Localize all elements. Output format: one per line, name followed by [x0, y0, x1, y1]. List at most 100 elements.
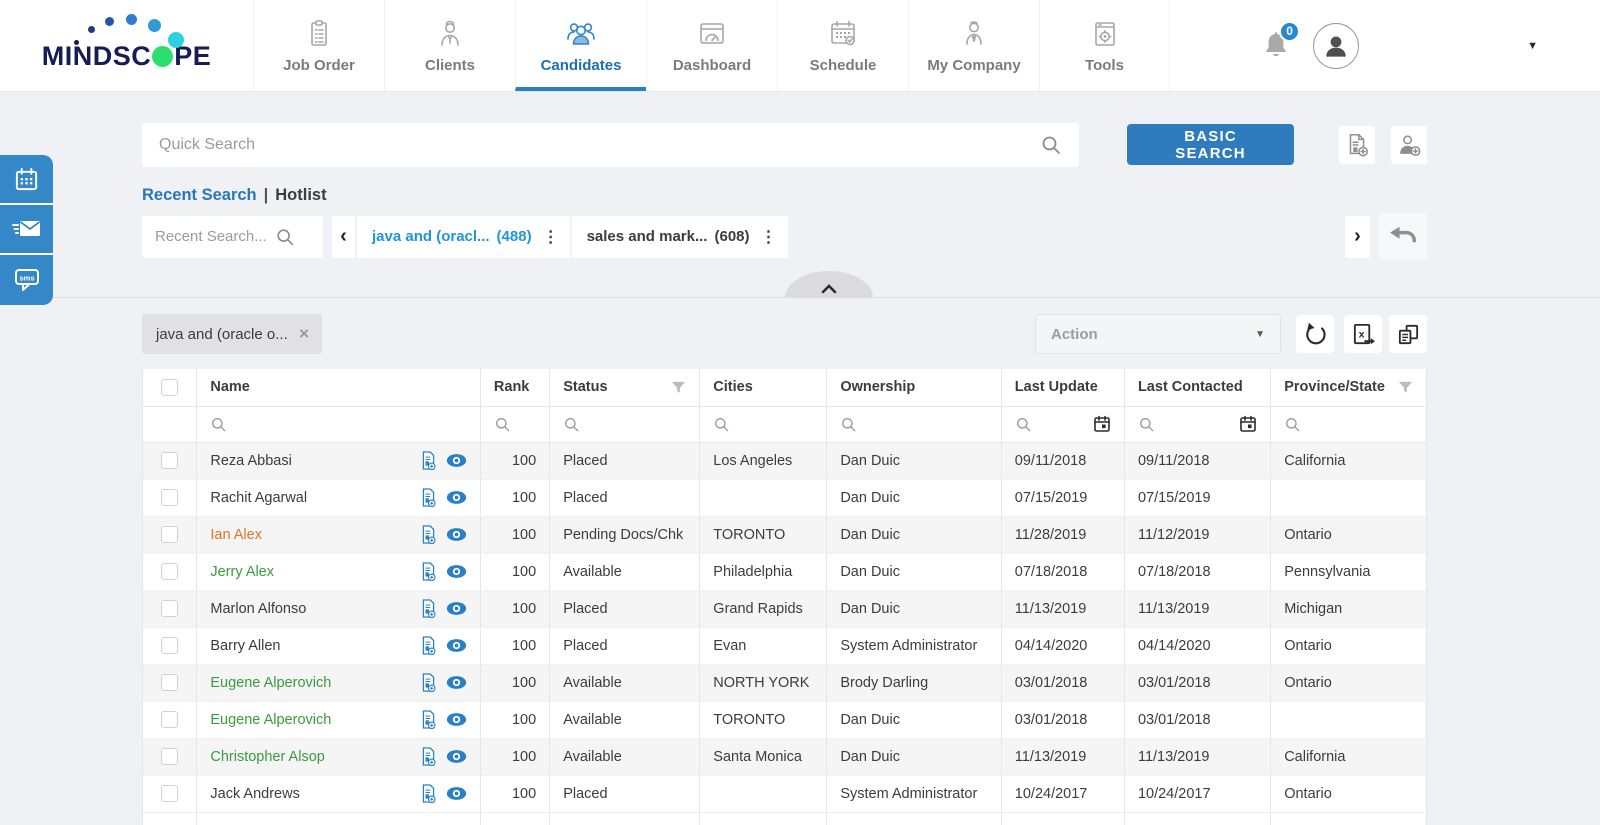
columns-button[interactable] — [1389, 315, 1427, 353]
filter-funnel-icon[interactable] — [671, 381, 686, 394]
view-candidate-icon[interactable] — [446, 564, 467, 579]
row-checkbox[interactable] — [161, 452, 178, 469]
candidate-name[interactable]: Jerry Alex — [210, 564, 274, 580]
view-candidate-icon[interactable] — [446, 453, 467, 468]
export-excel-button[interactable]: x — [1344, 315, 1382, 353]
resume-icon[interactable] — [420, 524, 437, 545]
table-row[interactable]: Christopher Alsop — [143, 738, 1426, 775]
chips-scroll-left-button[interactable]: ‹ — [332, 216, 355, 258]
sidebar-email-button[interactable] — [0, 205, 53, 255]
nav-my-company[interactable]: My Company — [908, 0, 1039, 91]
active-filter-chip[interactable]: java and (oracle o... × — [142, 314, 322, 354]
resume-icon[interactable] — [420, 561, 437, 582]
view-candidate-icon[interactable] — [446, 490, 467, 505]
recent-search-chip[interactable]: sales and mark... (608) ⋮ — [572, 216, 788, 258]
select-all-checkbox[interactable] — [161, 379, 178, 396]
table-row[interactable]: Barry Allen — [143, 627, 1426, 664]
row-checkbox[interactable] — [161, 563, 178, 580]
filter-last-contacted[interactable] — [1124, 406, 1270, 442]
filter-cities[interactable] — [700, 406, 827, 442]
filter-ownership[interactable] — [827, 406, 1001, 442]
date-picker-icon[interactable] — [1093, 415, 1111, 433]
notifications-button[interactable]: 0 — [1261, 30, 1291, 62]
column-header-status[interactable]: Status — [550, 369, 700, 406]
resume-icon[interactable] — [420, 598, 437, 619]
resume-icon[interactable] — [420, 635, 437, 656]
column-header-province[interactable]: Province/State — [1271, 369, 1426, 406]
table-row[interactable]: Eugene Alperovich — [143, 701, 1426, 738]
candidate-name[interactable]: Ian Alex — [210, 527, 262, 543]
quick-search-input[interactable] — [159, 136, 1040, 154]
view-candidate-icon[interactable] — [446, 712, 467, 727]
row-checkbox[interactable] — [161, 489, 178, 506]
row-checkbox[interactable] — [161, 637, 178, 654]
column-header-cities[interactable]: Cities — [700, 369, 827, 406]
table-row[interactable]: Rachit Agarwal — [143, 479, 1426, 516]
view-candidate-icon[interactable] — [446, 638, 467, 653]
candidate-name[interactable]: Jack Andrews — [210, 786, 299, 802]
candidate-name[interactable]: Rachit Agarwal — [210, 490, 307, 506]
chip-menu-icon[interactable]: ⋮ — [543, 227, 559, 247]
resume-icon[interactable] — [420, 487, 437, 508]
profile-caret-icon[interactable]: ▼ — [1527, 40, 1538, 52]
tab-hotlist[interactable]: Hotlist — [275, 186, 326, 204]
user-avatar[interactable] — [1313, 23, 1359, 69]
row-checkbox[interactable] — [161, 785, 178, 802]
nav-schedule[interactable]: Schedule — [777, 0, 908, 91]
date-picker-icon[interactable] — [1239, 415, 1257, 433]
chip-menu-icon[interactable]: ⋮ — [761, 227, 777, 247]
collapse-panel-button[interactable] — [785, 271, 873, 298]
filter-name[interactable] — [197, 406, 481, 442]
filter-rank[interactable] — [480, 406, 549, 442]
column-header-rank[interactable]: Rank — [480, 369, 549, 406]
table-row[interactable]: Reza Abbasi — [143, 442, 1426, 479]
candidate-name[interactable]: Eugene Alperovich — [210, 675, 331, 691]
candidate-name[interactable]: Marlon Alfonso — [210, 601, 306, 617]
sidebar-sms-button[interactable]: sms — [0, 255, 53, 305]
recent-search-input[interactable] — [155, 228, 275, 245]
table-row[interactable]: Marlon Alfonso — [143, 590, 1426, 627]
table-row[interactable]: Jerry Alex — [143, 553, 1426, 590]
view-candidate-icon[interactable] — [446, 527, 467, 542]
add-candidate-button[interactable] — [1391, 126, 1427, 164]
sidebar-calendar-button[interactable] — [0, 155, 53, 205]
search-icon[interactable] — [275, 227, 295, 247]
resume-icon[interactable] — [420, 709, 437, 730]
row-checkbox[interactable] — [161, 748, 178, 765]
column-header-last-contacted[interactable]: Last Contacted — [1124, 369, 1270, 406]
refresh-button[interactable] — [1296, 315, 1334, 353]
filter-status[interactable] — [550, 406, 700, 442]
view-candidate-icon[interactable] — [446, 749, 467, 764]
nav-candidates[interactable]: Candidates — [515, 0, 646, 91]
column-header-name[interactable]: Name — [197, 369, 481, 406]
view-candidate-icon[interactable] — [446, 601, 467, 616]
view-candidate-icon[interactable] — [446, 786, 467, 801]
row-checkbox[interactable] — [161, 526, 178, 543]
basic-search-button[interactable]: BASIC SEARCH — [1127, 124, 1294, 165]
chips-scroll-right-button[interactable]: › — [1345, 216, 1370, 258]
column-header-last-update[interactable]: Last Update — [1001, 369, 1124, 406]
candidate-name[interactable]: Barry Allen — [210, 638, 280, 654]
view-candidate-icon[interactable] — [446, 675, 467, 690]
column-header-ownership[interactable]: Ownership — [827, 369, 1001, 406]
resume-icon[interactable] — [420, 746, 437, 767]
table-row[interactable]: Jack Andrews — [143, 775, 1426, 812]
row-checkbox[interactable] — [161, 600, 178, 617]
candidate-name[interactable]: Eugene Alperovich — [210, 712, 331, 728]
row-checkbox[interactable] — [161, 711, 178, 728]
recent-search-chip[interactable]: java and (oracl... (488) ⋮ — [357, 216, 570, 258]
table-row[interactable]: Eugene Alperovich — [143, 664, 1426, 701]
filter-province[interactable] — [1271, 406, 1426, 442]
candidate-name[interactable]: Reza Abbasi — [210, 453, 291, 469]
filter-funnel-icon[interactable] — [1398, 381, 1413, 394]
nav-dashboard[interactable]: Dashboard — [646, 0, 777, 91]
action-dropdown[interactable]: Action ▼ — [1035, 314, 1281, 354]
table-row[interactable]: Ian Alex — [143, 516, 1426, 553]
search-icon[interactable] — [1040, 134, 1062, 156]
nav-job-order[interactable]: Job Order — [253, 0, 384, 91]
undo-button[interactable] — [1379, 213, 1427, 260]
tab-recent-search[interactable]: Recent Search — [142, 186, 257, 204]
filter-last-update[interactable] — [1001, 406, 1124, 442]
row-checkbox[interactable] — [161, 674, 178, 691]
resume-icon[interactable] — [420, 783, 437, 804]
